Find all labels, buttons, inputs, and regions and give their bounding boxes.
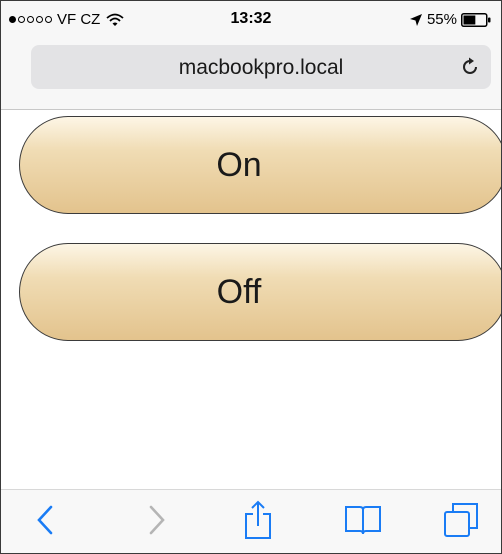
bookmarks-icon[interactable] <box>343 504 383 536</box>
location-icon <box>409 13 422 26</box>
off-button-label: Off <box>216 272 262 311</box>
battery-icon <box>461 12 491 27</box>
url-text[interactable]: macbookpro.local <box>31 56 491 80</box>
status-right: 55% <box>409 11 491 28</box>
reload-icon[interactable] <box>459 56 481 78</box>
browser-window: VF CZ 13:32 55% macbookpro.local On Off <box>0 0 502 554</box>
address-area: macbookpro.local <box>1 39 501 110</box>
on-button[interactable]: On <box>19 116 501 214</box>
tabs-icon[interactable] <box>441 500 481 540</box>
status-bar: VF CZ 13:32 55% <box>1 1 501 39</box>
forward-icon[interactable] <box>147 504 167 536</box>
address-bar[interactable]: macbookpro.local <box>31 45 491 89</box>
back-icon[interactable] <box>35 504 55 536</box>
off-button[interactable]: Off <box>19 243 501 341</box>
bottom-toolbar <box>1 489 501 553</box>
share-icon[interactable] <box>243 500 273 540</box>
on-button-label: On <box>216 145 262 184</box>
battery-percent: 55% <box>426 11 457 28</box>
